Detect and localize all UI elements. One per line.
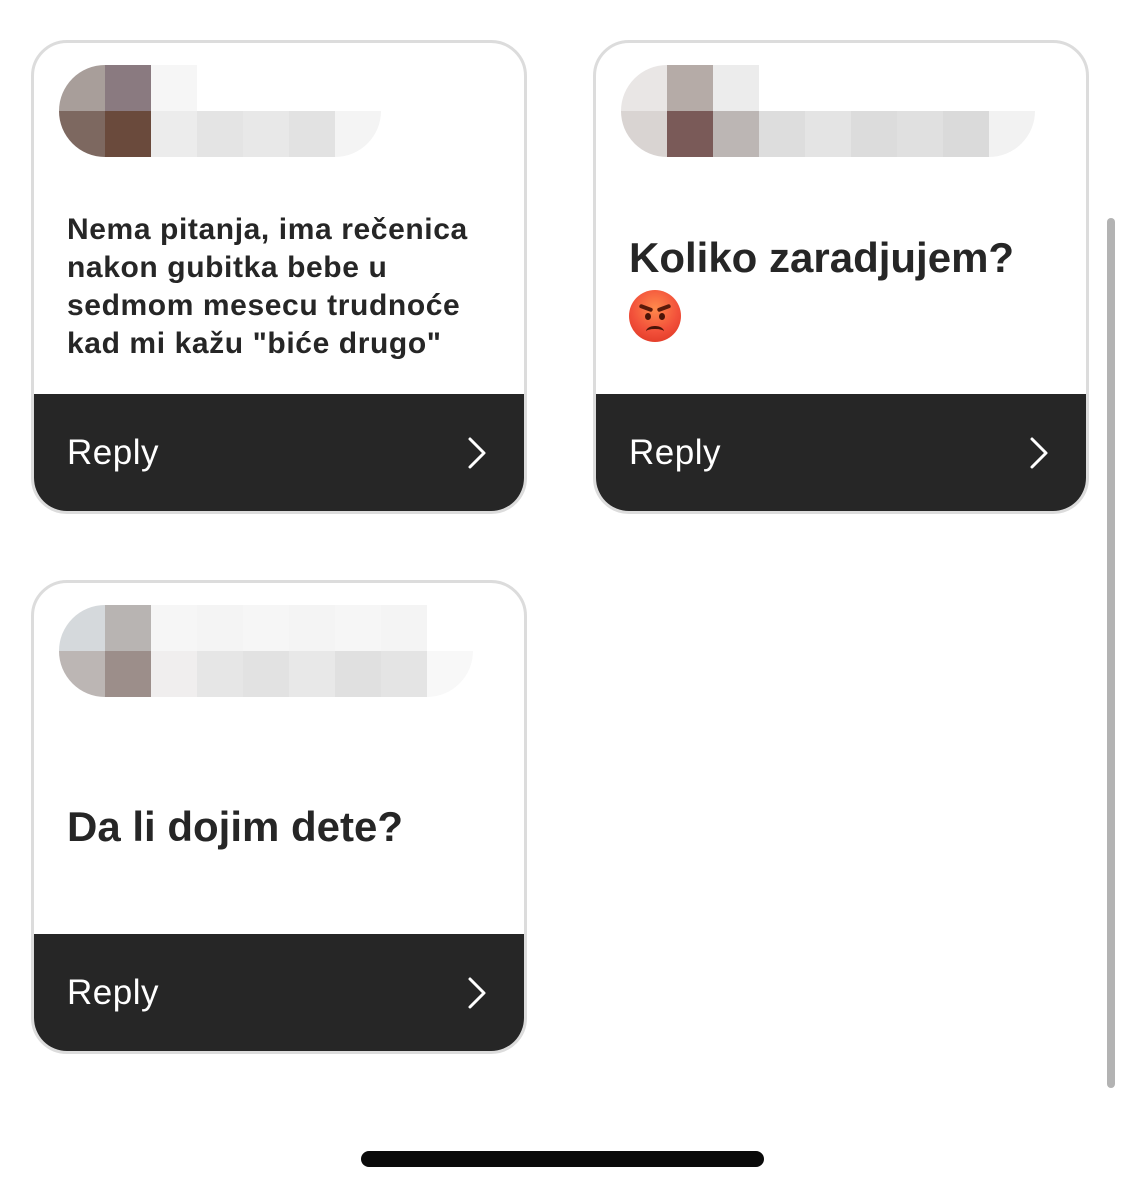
reply-label: Reply: [67, 432, 159, 472]
question-body: Koliko zaradjujem?: [596, 173, 1086, 401]
question-text: Nema pitanja, ima rečenica nakon gubitka…: [67, 213, 468, 360]
question-text-content: Koliko zaradjujem?: [629, 234, 1015, 281]
question-body: Da li dojim dete?: [34, 713, 524, 941]
chevron-right-icon: [468, 977, 486, 1008]
reply-label: Reply: [629, 432, 721, 472]
chevron-right-icon: [468, 437, 486, 468]
question-text: Koliko zaradjujem?: [629, 232, 1044, 342]
vertical-scrollbar[interactable]: [1107, 218, 1115, 1088]
angry-face-icon: [629, 290, 681, 342]
blurred-user-info: [59, 605, 473, 697]
reply-button[interactable]: Reply: [34, 394, 524, 511]
question-card: Koliko zaradjujem? Reply: [593, 40, 1089, 514]
question-card: Nema pitanja, ima rečenica nakon gubitka…: [31, 40, 527, 514]
home-indicator[interactable]: [361, 1151, 764, 1167]
blurred-user-info: [59, 65, 381, 157]
reply-button[interactable]: Reply: [596, 394, 1086, 511]
reply-button[interactable]: Reply: [34, 934, 524, 1051]
question-card: Da li dojim dete? Reply: [31, 580, 527, 1054]
question-text: Da li dojim dete?: [67, 803, 404, 850]
blurred-user-info: [621, 65, 1035, 157]
chevron-right-icon: [1030, 437, 1048, 468]
question-body: Nema pitanja, ima rečenica nakon gubitka…: [34, 173, 524, 401]
reply-label: Reply: [67, 972, 159, 1012]
